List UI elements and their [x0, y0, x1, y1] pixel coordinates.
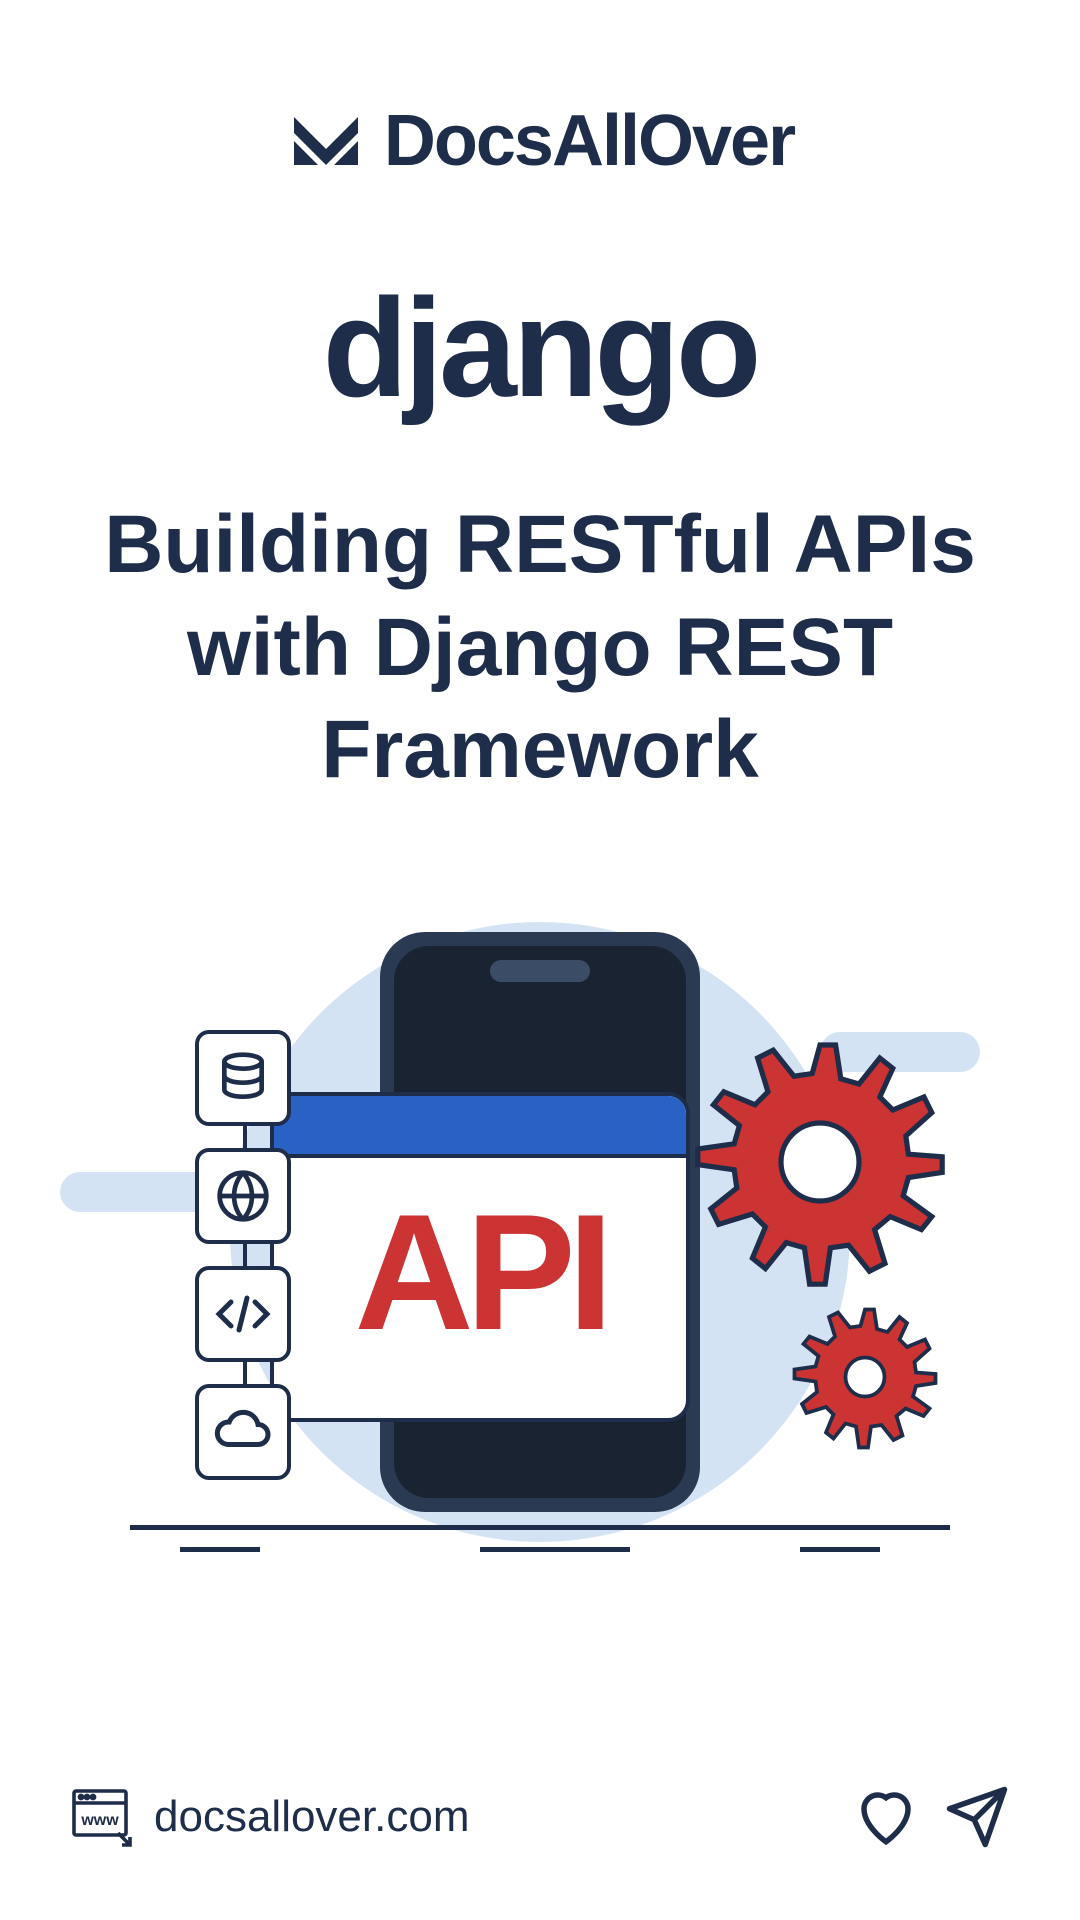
django-wordmark: django: [323, 269, 758, 426]
ground-line: [130, 1525, 950, 1530]
cloud-icon: [195, 1384, 291, 1480]
gear-icon: [690, 1032, 950, 1292]
database-icon: [195, 1030, 291, 1126]
article-title: Building RESTful APIs with Django REST F…: [60, 494, 1020, 802]
send-icon[interactable]: [944, 1784, 1010, 1850]
phone-notch: [490, 960, 590, 982]
brand-logo-icon: [286, 101, 366, 181]
website-url[interactable]: docsallover.com: [154, 1792, 469, 1842]
brand-header: DocsAllOver: [0, 0, 1080, 182]
globe-icon: [195, 1148, 291, 1244]
headline-section: Building RESTful APIs with Django REST F…: [0, 494, 1080, 802]
ground-dash: [480, 1547, 630, 1552]
gear-icon: [790, 1302, 940, 1452]
footer-actions: [853, 1784, 1010, 1850]
browser-icon: www: [70, 1785, 134, 1849]
ground-dash: [800, 1547, 880, 1552]
icon-stack: [195, 1030, 291, 1480]
code-icon: [195, 1266, 291, 1362]
framework-logo: django: [0, 292, 1080, 404]
footer: www docsallover.com: [0, 1784, 1080, 1850]
footer-left: www docsallover.com: [70, 1785, 469, 1849]
brand-name: DocsAllOver: [384, 100, 794, 182]
api-window: API: [270, 1092, 690, 1422]
api-label: API: [274, 1178, 686, 1367]
svg-text:www: www: [80, 1812, 119, 1829]
ground-dash: [180, 1547, 260, 1552]
hero-illustration: API: [0, 882, 1080, 1582]
heart-icon[interactable]: [853, 1784, 919, 1850]
window-titlebar: [274, 1096, 686, 1158]
